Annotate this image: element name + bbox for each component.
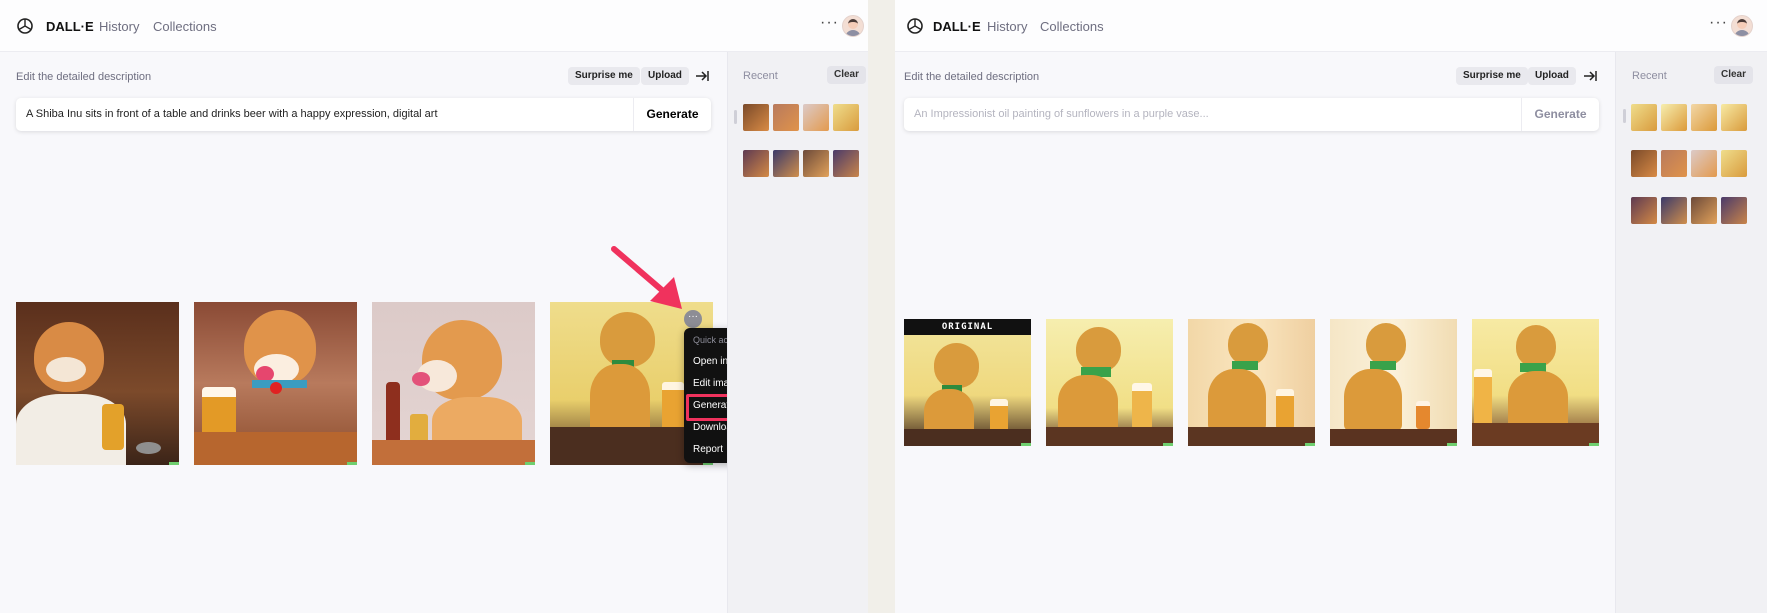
brand-dalle[interactable]: DALL·E bbox=[933, 19, 981, 34]
avatar[interactable] bbox=[1731, 15, 1753, 37]
recent-sidebar: Recent Clear bbox=[727, 52, 868, 613]
variation-image-3[interactable] bbox=[1330, 319, 1457, 446]
recent-thumb[interactable] bbox=[803, 104, 829, 131]
openai-logo-icon[interactable] bbox=[15, 16, 35, 36]
result-image-1[interactable] bbox=[16, 302, 179, 465]
nav-collections[interactable]: Collections bbox=[1040, 19, 1104, 34]
sidebar-scrollbar[interactable] bbox=[734, 110, 737, 124]
prompt-placeholder[interactable]: An Impressionist oil painting of sunflow… bbox=[914, 108, 1209, 120]
more-options-icon[interactable]: ··· bbox=[820, 14, 839, 32]
description-label: Edit the detailed description bbox=[904, 71, 1040, 83]
top-bar: DALL·E History Collections ··· bbox=[895, 0, 1767, 52]
nav-collections[interactable]: Collections bbox=[153, 19, 217, 34]
recent-label: Recent bbox=[1632, 70, 1667, 82]
variation-image-4[interactable] bbox=[1472, 319, 1599, 446]
top-bar: DALL·E History Collections ··· bbox=[0, 0, 868, 52]
recent-thumb[interactable] bbox=[1691, 150, 1717, 177]
recent-thumb[interactable] bbox=[803, 150, 829, 177]
clear-button[interactable]: Clear bbox=[1714, 66, 1754, 84]
recent-thumb[interactable] bbox=[1661, 197, 1687, 224]
recent-thumb[interactable] bbox=[1631, 104, 1657, 131]
right-panel: DALL·E History Collections ··· Edit the … bbox=[895, 0, 1767, 613]
upload-button[interactable]: Upload bbox=[641, 67, 689, 85]
collapse-sidebar-icon[interactable] bbox=[1582, 67, 1598, 85]
recent-label: Recent bbox=[743, 70, 778, 82]
prompt-input[interactable]: An Impressionist oil painting of sunflow… bbox=[904, 98, 1599, 131]
left-panel: DALL·E History Collections ··· Edit the … bbox=[0, 0, 868, 613]
clear-button[interactable]: Clear bbox=[827, 66, 867, 84]
recent-thumb[interactable] bbox=[1691, 104, 1717, 131]
surprise-me-button[interactable]: Surprise me bbox=[568, 67, 640, 85]
recent-thumb[interactable] bbox=[1661, 150, 1687, 177]
prompt-input[interactable]: A Shiba Inu sits in front of a table and… bbox=[16, 98, 711, 131]
recent-thumb[interactable] bbox=[773, 104, 799, 131]
recent-thumb[interactable] bbox=[743, 104, 769, 131]
recent-thumb[interactable] bbox=[1721, 197, 1747, 224]
recent-thumb[interactable] bbox=[1721, 150, 1747, 177]
recent-thumb[interactable] bbox=[1631, 150, 1657, 177]
recent-sidebar: Recent Clear bbox=[1615, 52, 1767, 613]
nav-history[interactable]: History bbox=[99, 19, 139, 34]
generate-button[interactable]: Generate bbox=[633, 98, 711, 131]
result-image-3[interactable] bbox=[372, 302, 535, 465]
recent-thumb[interactable] bbox=[1691, 197, 1717, 224]
nav-history[interactable]: History bbox=[987, 19, 1027, 34]
brand-dalle[interactable]: DALL·E bbox=[46, 19, 94, 34]
generate-button[interactable]: Generate bbox=[1521, 98, 1599, 131]
more-options-icon[interactable]: ··· bbox=[1709, 14, 1728, 32]
recent-thumb[interactable] bbox=[1631, 197, 1657, 224]
prompt-text[interactable]: A Shiba Inu sits in front of a table and… bbox=[26, 108, 438, 120]
original-image[interactable]: ORIGINAL bbox=[904, 319, 1031, 446]
recent-thumb[interactable] bbox=[773, 150, 799, 177]
pointer-arrow-icon bbox=[611, 246, 682, 309]
surprise-me-button[interactable]: Surprise me bbox=[1456, 67, 1528, 85]
sidebar-scrollbar[interactable] bbox=[1623, 109, 1626, 123]
variation-image-2[interactable] bbox=[1188, 319, 1315, 446]
recent-thumb[interactable] bbox=[1721, 104, 1747, 131]
upload-button[interactable]: Upload bbox=[1528, 67, 1576, 85]
recent-thumb[interactable] bbox=[743, 150, 769, 177]
menu-report[interactable]: Report bbox=[693, 444, 723, 455]
image-options-button[interactable]: ··· bbox=[684, 310, 702, 328]
variation-image-1[interactable] bbox=[1046, 319, 1173, 446]
recent-thumb[interactable] bbox=[833, 150, 859, 177]
description-label: Edit the detailed description bbox=[16, 71, 152, 83]
original-label: ORIGINAL bbox=[904, 319, 1031, 335]
recent-thumb[interactable] bbox=[1661, 104, 1687, 131]
collapse-sidebar-icon[interactable] bbox=[694, 67, 710, 85]
openai-logo-icon[interactable] bbox=[905, 16, 925, 36]
result-image-2[interactable] bbox=[194, 302, 357, 465]
recent-thumb[interactable] bbox=[833, 104, 859, 131]
avatar[interactable] bbox=[842, 15, 864, 37]
